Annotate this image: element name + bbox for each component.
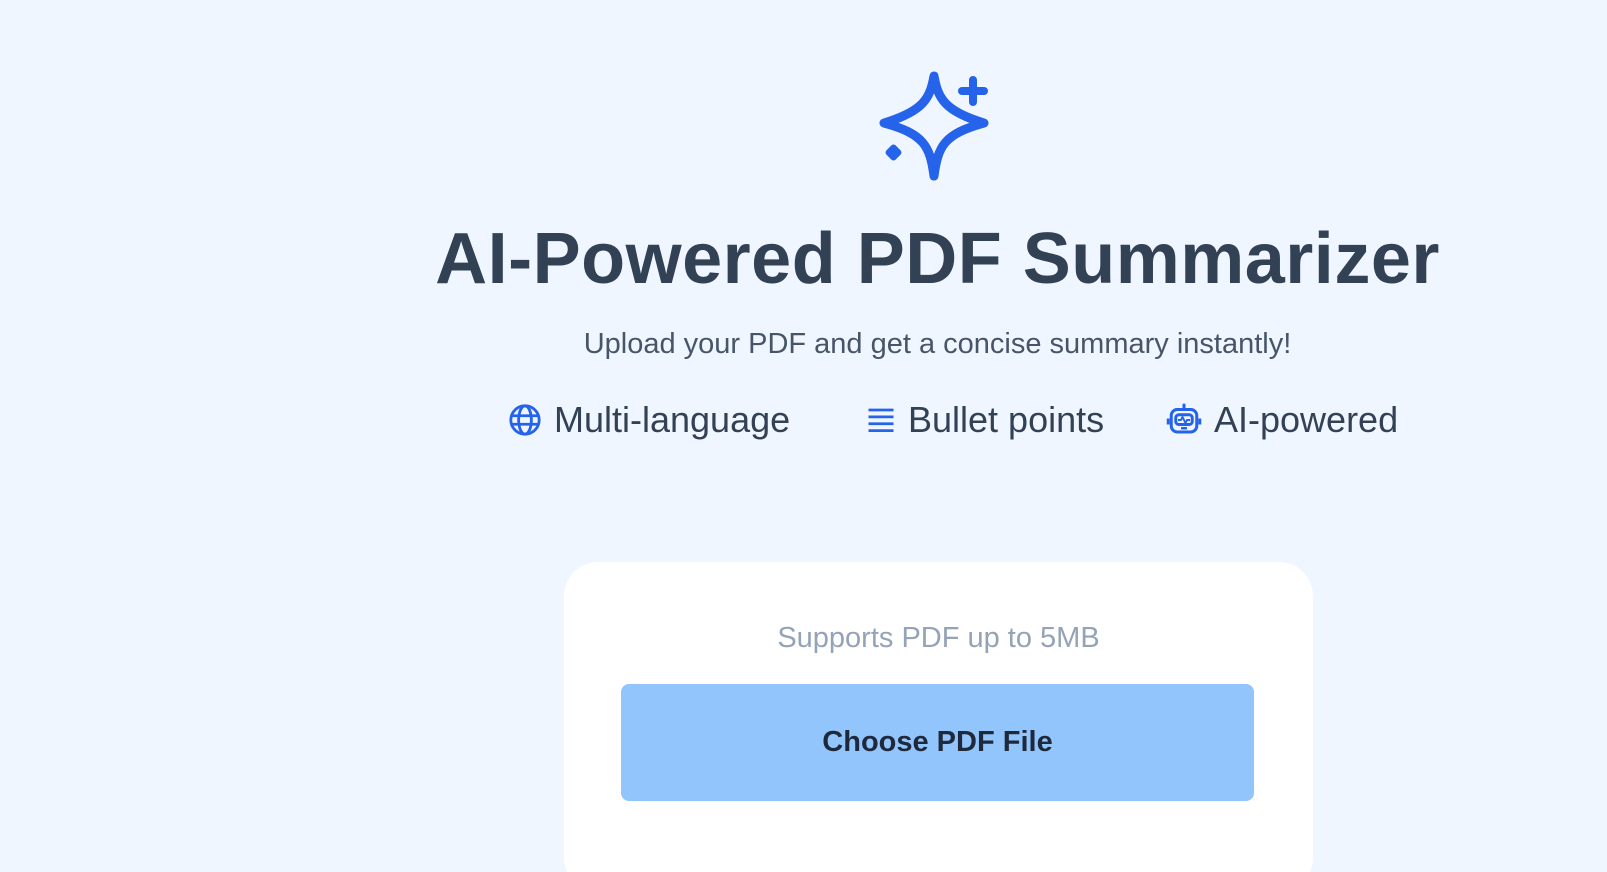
feature-list: Multi-language Bullet points AI-powered — [0, 396, 1607, 444]
list-icon — [866, 405, 896, 435]
feature-bullet-points: Bullet points — [866, 396, 1104, 444]
upload-card: Supports PDF up to 5MB Choose PDF File — [564, 562, 1313, 872]
choose-pdf-button[interactable]: Choose PDF File — [621, 684, 1254, 801]
feature-multi-language: Multi-language — [508, 396, 790, 444]
feature-ai-powered: AI-powered — [1166, 396, 1398, 444]
robot-icon — [1166, 402, 1202, 438]
page-subtitle: Upload your PDF and get a concise summar… — [583, 328, 1292, 360]
page: AI-Powered PDF Summarizer Upload your PD… — [0, 0, 1607, 872]
feature-label: Multi-language — [554, 399, 791, 440]
sparkles-icon — [874, 66, 998, 188]
page-title: AI-Powered PDF Summarizer — [435, 219, 1440, 299]
upload-support-text: Supports PDF up to 5MB — [777, 622, 1100, 654]
feature-label: Bullet points — [908, 399, 1105, 440]
globe-icon — [508, 403, 542, 437]
feature-label: AI-powered — [1214, 399, 1399, 440]
